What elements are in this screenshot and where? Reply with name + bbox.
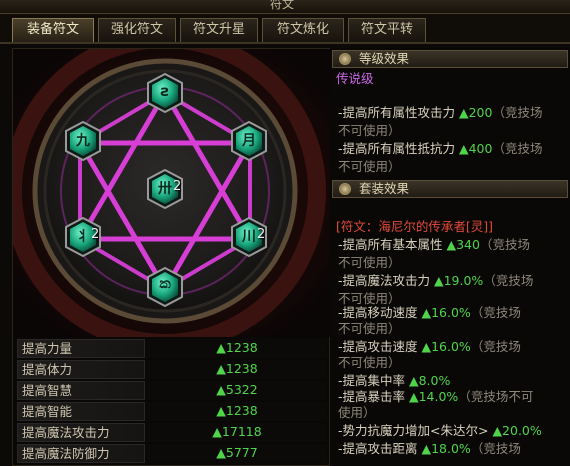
effect-text: -提高集中率	[338, 373, 409, 388]
rune-circle: ƨ 九 月 卅 2 丬 2 川 2 ක	[13, 49, 331, 337]
tab-rune-transfer[interactable]: 符文平转	[348, 18, 426, 42]
level-effect-title: 等级效果	[359, 51, 410, 66]
tab-rune-star-up[interactable]: 符文升星	[180, 18, 258, 42]
stat-label: 提高力量	[17, 339, 145, 358]
effect-note-cont: 不可使用）	[338, 355, 401, 370]
rune-panel: ƨ 九 月 卅 2 丬 2 川 2 ක 提高力量 ▲1238 提高体力 ▲123…	[12, 48, 331, 466]
stat-row: 提高智慧 ▲5322	[17, 381, 329, 401]
rune-glyph: ක	[159, 276, 171, 292]
level-effect-header: 等级效果	[332, 50, 568, 68]
effect-note: （竞技场不可	[458, 389, 534, 404]
level-effect-line: -提高所有属性抵抗力 ▲400（竞技场	[338, 140, 542, 158]
effect-text: -提高攻击速度	[338, 339, 422, 354]
tab-rune-refine[interactable]: 符文炼化	[262, 18, 344, 42]
stat-row: 提高智能 ▲1238	[17, 402, 329, 422]
effect-value: ▲20.0%	[492, 423, 542, 438]
rune-slot-lower-left[interactable]: 丬 2	[65, 216, 101, 258]
set-effect-line: -提高所有基本属性 ▲340（竞技场	[338, 236, 530, 254]
stat-value: ▲5777	[147, 444, 327, 463]
rune-count: 2	[91, 227, 100, 242]
stat-value: ▲5322	[147, 381, 327, 400]
stat-row: 提高魔法攻击力 ▲17118	[17, 423, 329, 443]
stat-value: ▲17118	[147, 423, 327, 442]
rune-glyph: ƨ	[160, 82, 170, 100]
window-titlebar: 符文	[0, 0, 570, 14]
rune-count: 2	[173, 179, 182, 194]
stat-row: 提高力量 ▲1238	[17, 339, 329, 359]
section-bullet-icon	[339, 53, 351, 65]
effect-note: （竞技场	[470, 441, 521, 456]
rune-slot-upper-left[interactable]: 九	[65, 120, 101, 162]
stat-label: 提高智慧	[17, 381, 145, 400]
effect-note-cont: 不可使用）	[338, 255, 401, 270]
section-bullet-icon	[339, 183, 351, 195]
effect-text: -提高暴击率	[338, 389, 409, 404]
effect-note-cont: 不可使用）	[338, 123, 401, 138]
tab-bar: 装备符文 强化符文 符文升星 符文炼化 符文平转	[0, 14, 570, 44]
set-name: [符文：海尼尔的传承者[灵]]	[336, 219, 494, 234]
window-title: 符文	[270, 0, 295, 11]
stat-value: ▲1238	[147, 339, 327, 358]
effect-text: -势力抗魔力增加<朱达尔>	[338, 423, 493, 438]
effect-text: -提高移动速度	[338, 305, 422, 320]
effect-note: （竞技场	[492, 105, 543, 120]
rune-slot-lower-right[interactable]: 川 2	[231, 216, 267, 258]
rune-slot-upper-right[interactable]: 月	[231, 120, 267, 162]
effect-value: ▲18.0%	[421, 441, 471, 456]
effect-text: -提高攻击距离	[338, 441, 422, 456]
tab-equip-rune[interactable]: 装备符文	[12, 18, 94, 42]
effect-value: ▲400	[458, 141, 493, 156]
effect-note-cont: 不可使用）	[338, 159, 401, 174]
effect-text: -提高所有属性抵抗力	[338, 141, 459, 156]
set-effect-line: -提高魔法攻击力 ▲19.0%（竞技场	[338, 272, 533, 290]
effect-note: （竞技场	[492, 141, 543, 156]
effect-note-cont: 使用）	[338, 405, 376, 420]
set-effect-header: 套装效果	[332, 180, 568, 198]
rune-slot-bottom[interactable]: ක	[147, 266, 183, 308]
rune-slot-top[interactable]: ƨ	[147, 72, 183, 114]
stat-label: 提高魔法防御力	[17, 444, 145, 463]
effect-note: （竞技场	[483, 273, 534, 288]
effect-value: ▲16.0%	[421, 339, 471, 354]
stat-label: 提高魔法攻击力	[17, 423, 145, 442]
set-effect-title: 套装效果	[359, 181, 410, 196]
effects-panel: 等级效果 传说级 -提高所有属性攻击力 ▲200（竞技场 不可使用） -提高所有…	[330, 48, 570, 466]
effect-note: （竞技场	[470, 339, 521, 354]
effect-value: ▲200	[458, 105, 493, 120]
stat-label: 提高智能	[17, 402, 145, 421]
effect-note-cont: 不可使用）	[338, 321, 401, 336]
rune-count: 2	[257, 227, 266, 242]
effect-note: （竞技场	[479, 237, 530, 252]
effect-text: -提高魔法攻击力	[338, 273, 434, 288]
stat-row: 提高魔法防御力 ▲5777	[17, 444, 329, 464]
set-effect-line: -提高攻击距离 ▲18.0%（竞技场	[338, 440, 521, 458]
tab-enhance-rune[interactable]: 强化符文	[98, 18, 176, 42]
stat-value: ▲1238	[147, 360, 327, 379]
effect-value: ▲340	[446, 237, 480, 252]
rune-slot-center[interactable]: 卅 2	[147, 168, 183, 210]
level-effect-line: -提高所有属性攻击力 ▲200（竞技场	[338, 104, 542, 122]
effect-value: ▲19.0%	[433, 273, 484, 288]
effect-note: （竞技场	[470, 305, 521, 320]
effect-text: -提高所有基本属性	[338, 237, 447, 252]
stat-row: 提高体力 ▲1238	[17, 360, 329, 380]
grade-label: 传说级	[336, 71, 374, 86]
effect-text: -提高所有属性攻击力	[338, 105, 459, 120]
set-effect-line: -势力抗魔力增加<朱达尔> ▲20.0%	[338, 422, 542, 440]
effect-value: ▲14.0%	[408, 389, 459, 404]
effect-value: ▲16.0%	[421, 305, 471, 320]
stat-value: ▲1238	[147, 402, 327, 421]
rune-glyph: 月	[242, 133, 256, 149]
effect-value: ▲8.0%	[408, 373, 451, 388]
stat-label: 提高体力	[17, 360, 145, 379]
rune-glyph: 九	[76, 133, 90, 149]
